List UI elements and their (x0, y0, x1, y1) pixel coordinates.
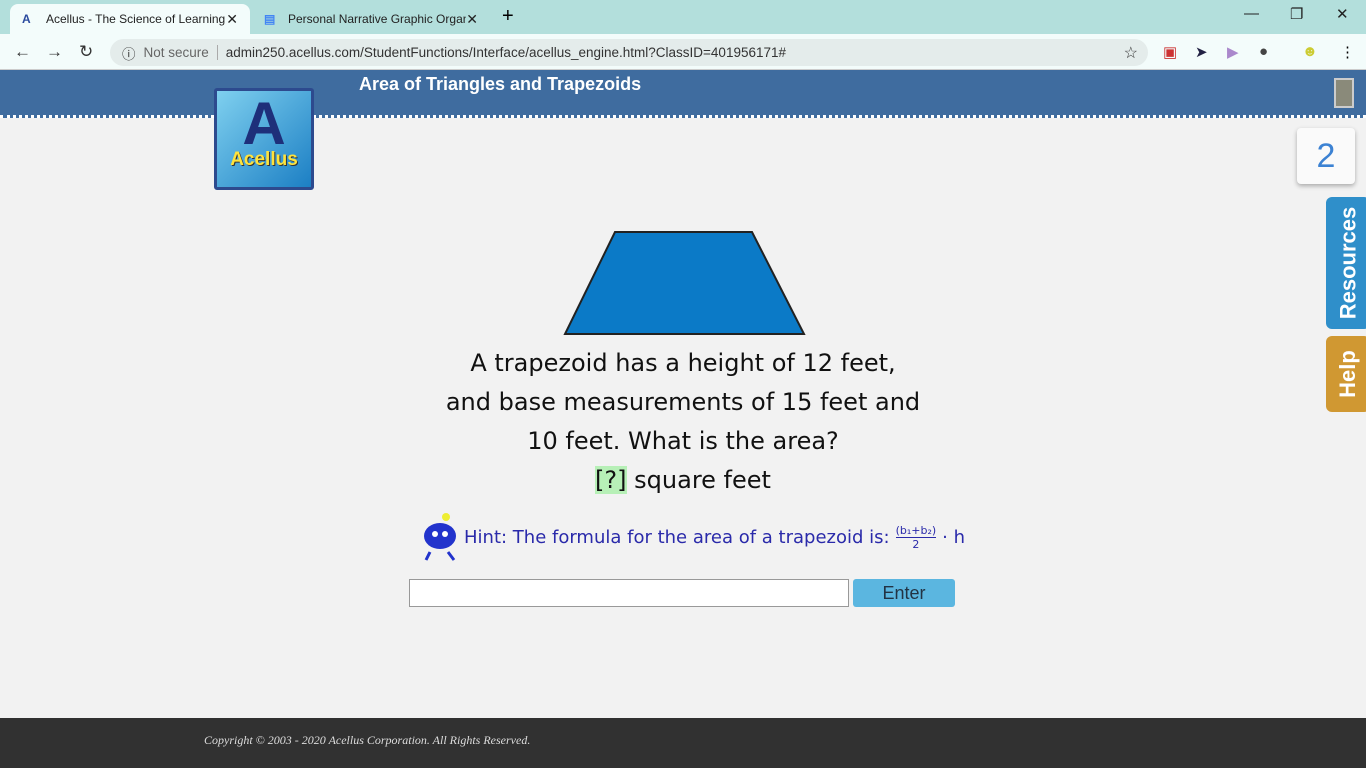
acellus-logo: A Acellus (214, 88, 314, 190)
browser-toolbar: ← → ↻ ⓘ Not secure admin250.acellus.com/St… (0, 34, 1366, 70)
extension-icon[interactable]: ▣ (1163, 43, 1177, 61)
docs-icon: ▤ (264, 12, 276, 26)
hint: Hint: The formula for the area of a trap… (418, 512, 965, 562)
forward-icon[interactable]: → (46, 42, 63, 62)
reload-icon[interactable]: ↻ (79, 42, 93, 62)
hint-robot-icon (424, 513, 456, 561)
robot-extension-icon[interactable]: ● (1259, 43, 1268, 60)
problem-counter: 2 (1297, 128, 1355, 184)
profile-avatar[interactable]: ☻ (1302, 43, 1318, 60)
acellus-icon: A (22, 12, 31, 26)
new-tab-button[interactable]: + (502, 5, 514, 28)
bookmark-star-icon[interactable]: ☆ (1124, 43, 1138, 63)
play-extension-icon[interactable]: ▶ (1227, 43, 1239, 61)
info-icon: ⓘ (122, 46, 136, 62)
close-window-button[interactable]: ✕ (1336, 5, 1349, 23)
copyright: Copyright © 2003 - 2020 Acellus Corporat… (204, 733, 531, 747)
minimize-button[interactable]: — (1244, 5, 1259, 22)
answer-input[interactable] (409, 579, 849, 607)
menu-icon[interactable]: ⋮ (1340, 43, 1355, 61)
question-text: A trapezoid has a height of 12 feet, and… (445, 349, 921, 494)
enter-button[interactable]: Enter (853, 579, 955, 607)
tab-bar: A Acellus - The Science of Learning ✕ ▤ Per… (0, 0, 1366, 34)
resources-tab[interactable]: Resources (1326, 197, 1366, 329)
tab-docs[interactable]: ▤ Personal Narrative Graphic Organ ✕ (252, 4, 490, 34)
exit-door-icon[interactable] (1334, 78, 1354, 108)
cursor-extension-icon[interactable]: ➤ (1195, 43, 1208, 61)
restore-button[interactable]: ❐ (1290, 5, 1303, 23)
help-tab[interactable]: Help (1326, 336, 1366, 412)
trapezoid-figure (563, 231, 806, 335)
lesson-title: Area of Triangles and Trapezoids (359, 74, 642, 94)
answer-blank: [?] (595, 466, 627, 494)
lesson-header (0, 70, 1366, 118)
back-icon[interactable]: ← (14, 42, 31, 62)
close-tab-icon[interactable]: ✕ (226, 11, 238, 28)
close-tab-icon[interactable]: ✕ (466, 11, 478, 28)
tab-acellus[interactable]: A Acellus - The Science of Learning ✕ (10, 4, 250, 34)
address-bar[interactable]: ⓘ Not secure admin250.acellus.com/StudentF… (110, 39, 1148, 66)
